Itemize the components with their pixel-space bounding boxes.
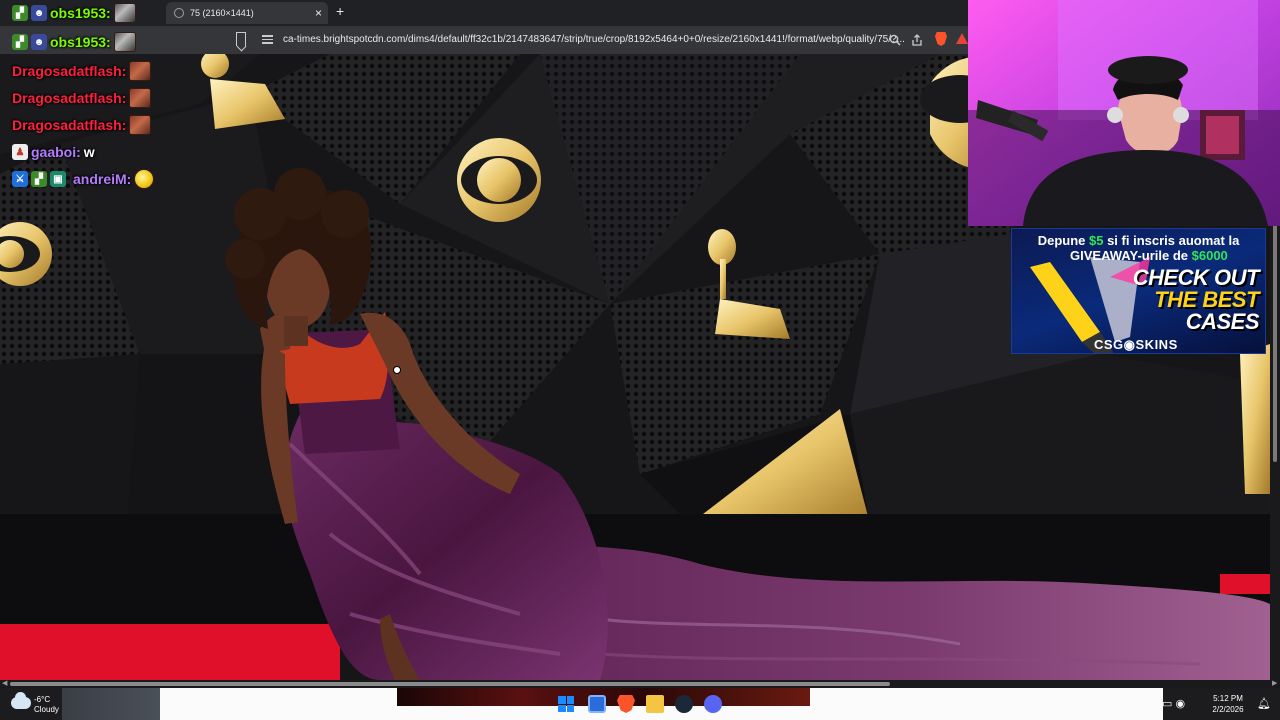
tab-title: 75 (2160×1441) — [190, 8, 254, 18]
folder-icon[interactable] — [646, 695, 664, 713]
weather-temperature[interactable]: -6°C — [34, 695, 50, 704]
ghost-badge-icon: ♟ — [12, 144, 28, 160]
tab-favicon-icon — [174, 8, 184, 18]
discord-icon[interactable] — [704, 695, 722, 713]
chat-text: w — [83, 144, 95, 160]
cloud-icon[interactable] — [11, 692, 31, 709]
ad-headline-3: CASES — [1185, 309, 1260, 334]
share-icon[interactable] — [911, 34, 923, 46]
ad-brand-logo: CSG◉SKINS — [1094, 337, 1178, 352]
bookmark-icon[interactable] — [236, 32, 246, 46]
notification-bell-icon[interactable]: 🔔︎ — [1257, 697, 1271, 710]
tab-active[interactable]: 75 (2160×1441) × — [166, 2, 328, 24]
tab-strip: 75 (2160×1441) × + — [0, 0, 968, 26]
screen: 75 (2160×1441) × + ca-times.brightspotcd… — [0, 0, 1280, 720]
pixel-creature-badge-icon: ▞ — [31, 171, 47, 187]
pixel-creature-badge-icon: ▞ — [12, 34, 28, 50]
ad-line-2: GIVEAWAY-urile de $6000 — [1070, 248, 1228, 263]
face-emote-icon — [129, 88, 152, 108]
taskbar-clock[interactable]: 5:12 PM 2/2/2026 — [1208, 693, 1248, 715]
tab-close-icon[interactable]: × — [315, 2, 322, 24]
brave-rewards-icon[interactable] — [956, 33, 968, 44]
gift-badge-icon: ▣ — [50, 171, 66, 187]
camera-emote-icon — [113, 32, 136, 52]
robot-badge-icon: ☻ — [31, 5, 47, 21]
ad-line-1: Depune $5 si fi inscris auomat la — [1037, 233, 1240, 248]
chat-username: obs1953: — [50, 34, 111, 50]
steam-icon[interactable] — [675, 695, 693, 713]
sponsor-ad-banner[interactable]: Depune $5 si fi inscris auomat la GIVEAW… — [1011, 228, 1266, 354]
face-emote-icon — [129, 61, 152, 81]
taskbar: -6°C Cloudy ▭ ◉ 5:12 PM 2/2/2026 🔔︎ — [0, 688, 1280, 720]
zoom-icon[interactable] — [889, 34, 901, 46]
horizontal-scroll-thumb[interactable] — [10, 682, 890, 686]
scroll-left-icon[interactable]: ◀ — [2, 680, 7, 688]
clock-time: 5:12 PM — [1213, 694, 1243, 703]
chat-username: Dragosadatflash: — [12, 63, 127, 79]
blurred-region — [62, 688, 160, 720]
pixel-creature-badge-icon: ▞ — [12, 5, 28, 21]
chat-message: ♟ gaaboi: w — [12, 141, 95, 163]
webcam-overlay — [968, 0, 1280, 226]
file-explorer-icon[interactable] — [588, 695, 606, 713]
chat-username: Dragosadatflash: — [12, 90, 127, 106]
chat-username: gaaboi: — [31, 144, 81, 160]
robot-badge-icon: ☻ — [31, 34, 47, 50]
chat-message: Dragosadatflash: — [12, 114, 152, 136]
chat-message: ▞ ☻ obs1953: — [12, 31, 136, 53]
horizontal-scrollbar[interactable]: ◀ ▶ — [0, 680, 1280, 688]
lemon-emote-icon — [134, 169, 155, 189]
weather-condition[interactable]: Cloudy — [34, 705, 59, 714]
windows-start-icon[interactable] — [558, 696, 574, 712]
chat-username: andreiM: — [73, 171, 132, 187]
site-info-icon[interactable] — [262, 35, 273, 45]
new-tab-button[interactable]: + — [336, 3, 344, 19]
chat-message: Dragosadatflash: — [12, 87, 152, 109]
clock-date: 2/2/2026 — [1212, 705, 1244, 714]
chat-message: ⚔ ▞ ▣ andreiM: — [12, 168, 155, 190]
camera-emote-icon — [113, 3, 136, 23]
system-tray-icons[interactable]: ▭ ◉ — [1162, 697, 1185, 710]
chat-username: Dragosadatflash: — [12, 117, 127, 133]
chat-message: ▞ ☻ obs1953: — [12, 2, 136, 24]
chat-username: obs1953: — [50, 5, 111, 21]
streamer-webcam — [968, 0, 1280, 226]
face-emote-icon — [129, 115, 152, 135]
sword-badge-icon: ⚔ — [12, 171, 28, 187]
address-bar: ca-times.brightspotcdn.com/dims4/default… — [0, 26, 968, 54]
scroll-right-icon[interactable]: ▶ — [1272, 680, 1277, 688]
brave-shield-icon[interactable] — [935, 32, 947, 46]
url-field[interactable]: ca-times.brightspotcdn.com/dims4/default… — [283, 34, 905, 45]
chat-message: Dragosadatflash: — [12, 60, 152, 82]
